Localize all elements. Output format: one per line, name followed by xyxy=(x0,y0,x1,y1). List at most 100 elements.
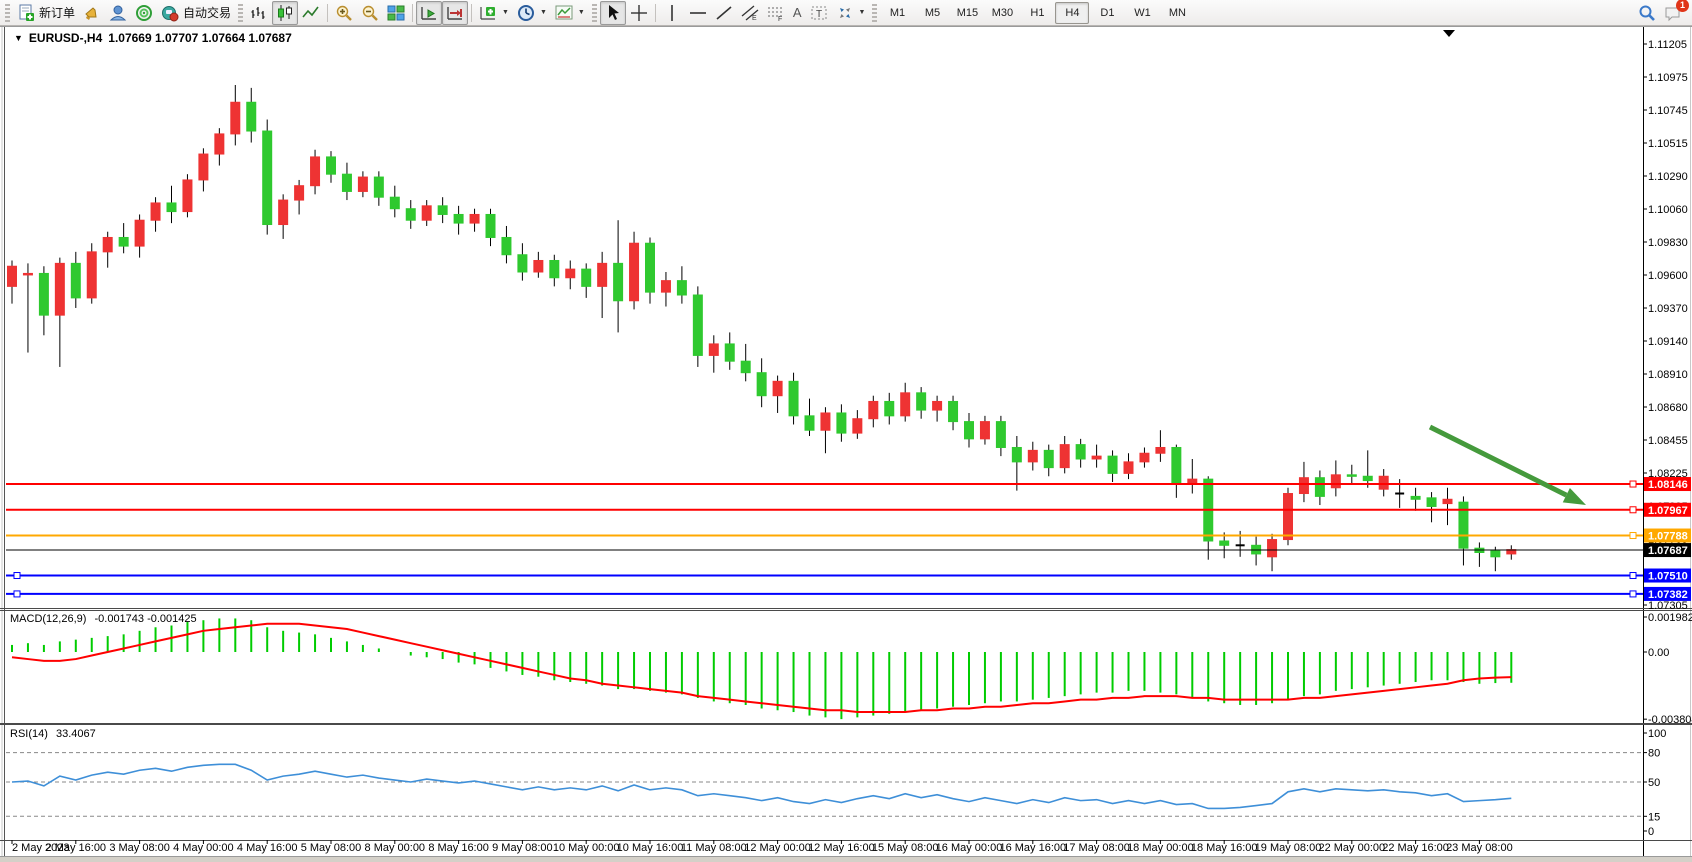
time-axis-label: 17 May 08:00 xyxy=(1063,842,1130,854)
candle xyxy=(87,243,96,303)
toolbar-gripper[interactable] xyxy=(238,4,243,22)
time-axis-label: 16 May 00:00 xyxy=(936,842,1003,854)
line-handle[interactable] xyxy=(1630,481,1636,487)
indicators-dropdown-caret[interactable]: ▼ xyxy=(502,9,509,16)
line-chart-button[interactable] xyxy=(298,1,324,25)
y-axis-label: 1.09370 xyxy=(1648,303,1688,315)
auto-trading-button[interactable]: 自动交易 xyxy=(157,1,235,25)
rsi-value: 33.4067 xyxy=(56,728,96,740)
toolbar-gripper[interactable] xyxy=(5,4,10,22)
notifications-button[interactable]: 1 xyxy=(1664,4,1682,22)
indicators-button[interactable]: ▼ xyxy=(475,1,513,25)
tile-windows-button[interactable] xyxy=(383,1,409,25)
timeframe-h4[interactable]: H4 xyxy=(1055,2,1089,24)
time-axis-label: 15 May 08:00 xyxy=(872,842,939,854)
y-axis-label: 1.10975 xyxy=(1648,72,1688,84)
macd-values: -0.001743 -0.001425 xyxy=(94,613,196,625)
fibonacci-tool-button[interactable]: F xyxy=(763,1,789,25)
tile-windows-icon xyxy=(387,4,405,22)
line-handle[interactable] xyxy=(1630,507,1636,513)
timeframe-m30[interactable]: M30 xyxy=(985,2,1019,24)
community-button[interactable] xyxy=(105,1,131,25)
search-icon[interactable] xyxy=(1638,4,1656,22)
svg-text:E: E xyxy=(752,15,757,22)
cursor-tool-button[interactable] xyxy=(600,1,626,25)
crosshair-tool-button[interactable] xyxy=(626,1,652,25)
crosshair-icon xyxy=(630,4,648,22)
chart-ohlc-values: 1.07669 1.07707 1.07664 1.07687 xyxy=(108,31,292,45)
time-axis-label: 3 May 08:00 xyxy=(109,842,170,854)
templates-dropdown-caret[interactable]: ▼ xyxy=(578,9,585,16)
line-handle[interactable] xyxy=(1630,533,1636,539)
time-axis-label: 10 May 00:00 xyxy=(553,842,620,854)
timeframe-d1[interactable]: D1 xyxy=(1090,2,1124,24)
line-chart-icon xyxy=(302,4,320,22)
y-axis-label: 1.08910 xyxy=(1648,369,1688,381)
timeframe-mn[interactable]: MN xyxy=(1160,2,1194,24)
candlestick-chart-button[interactable] xyxy=(272,1,298,25)
rsi-axis-label: 50 xyxy=(1648,777,1660,789)
timeframe-m5[interactable]: M5 xyxy=(915,2,949,24)
zoom-in-button[interactable] xyxy=(331,1,357,25)
market-watch-button[interactable] xyxy=(79,1,105,25)
trendline-tool-button[interactable] xyxy=(711,1,737,25)
price-chart-canvas[interactable]: 1.112051.109751.107451.105151.102901.100… xyxy=(0,0,1692,862)
y-axis-label: 1.11205 xyxy=(1648,39,1687,51)
line-handle[interactable] xyxy=(14,573,20,579)
y-axis-label: 1.07305 xyxy=(1648,600,1688,612)
price-line-label-text: 1.07510 xyxy=(1648,571,1688,583)
timeframe-m15[interactable]: M15 xyxy=(950,2,984,24)
chart-shift-icon xyxy=(446,4,464,22)
time-axis-label: 19 May 08:00 xyxy=(1255,842,1322,854)
cursor-icon xyxy=(604,4,622,22)
zoom-out-button[interactable] xyxy=(357,1,383,25)
bar-chart-button[interactable] xyxy=(246,1,272,25)
arrows-tool-button[interactable]: ▼ xyxy=(832,1,870,25)
text-tool-button[interactable]: A xyxy=(789,1,806,25)
collapse-chart-icon[interactable]: ▼ xyxy=(14,33,23,43)
timeframe-h1[interactable]: H1 xyxy=(1020,2,1054,24)
time-axis-label: 9 May 08:00 xyxy=(492,842,553,854)
megaphone-icon xyxy=(83,4,101,22)
timeframe-w1[interactable]: W1 xyxy=(1125,2,1159,24)
timeframe-m1[interactable]: M1 xyxy=(880,2,914,24)
templates-button[interactable]: ▼ xyxy=(551,1,589,25)
text-tool-icon: A xyxy=(793,5,802,20)
clock-icon xyxy=(517,4,535,22)
y-axis-label: 1.10515 xyxy=(1648,138,1688,150)
line-handle[interactable] xyxy=(1630,591,1636,597)
chart-shift-button[interactable] xyxy=(442,1,468,25)
candle xyxy=(183,174,192,217)
signals-icon xyxy=(135,4,153,22)
macd-axis-label: 0.001982 xyxy=(1648,612,1692,624)
horizontal-line-tool-button[interactable] xyxy=(685,1,711,25)
candle xyxy=(630,232,639,310)
line-handle[interactable] xyxy=(1630,573,1636,579)
rsi-indicator-label: RSI(14) 33.4067 xyxy=(10,728,96,740)
channel-tool-button[interactable]: E xyxy=(737,1,763,25)
time-axis-label: 12 May 00:00 xyxy=(744,842,811,854)
arrows-dropdown-caret[interactable]: ▼ xyxy=(859,9,866,16)
auto-trading-label: 自动交易 xyxy=(183,4,231,21)
toolbar-gripper[interactable] xyxy=(872,4,877,22)
y-axis-label: 1.09140 xyxy=(1648,336,1688,348)
time-axis-label: 8 May 00:00 xyxy=(365,842,426,854)
chart-title: ▼ EURUSD-,H4 1.07669 1.07707 1.07664 1.0… xyxy=(14,31,292,45)
line-handle[interactable] xyxy=(14,591,20,597)
vertical-line-tool-button[interactable] xyxy=(659,1,685,25)
arrows-icon xyxy=(836,4,854,22)
templates-icon xyxy=(555,4,573,22)
y-axis-label: 1.09600 xyxy=(1648,270,1688,282)
periods-dropdown-caret[interactable]: ▼ xyxy=(540,9,547,16)
rsi-name: RSI(14) xyxy=(10,728,48,740)
price-line-label-text: 1.07788 xyxy=(1648,531,1688,543)
auto-scroll-button[interactable] xyxy=(416,1,442,25)
periods-button[interactable]: ▼ xyxy=(513,1,551,25)
macd-name: MACD(12,26,9) xyxy=(10,613,86,625)
text-label-tool-button[interactable]: T xyxy=(806,1,832,25)
new-order-button[interactable]: 新订单 xyxy=(13,1,79,25)
toolbar-gripper[interactable] xyxy=(592,4,597,22)
signals-button[interactable] xyxy=(131,1,157,25)
indicators-icon xyxy=(479,4,497,22)
bar-chart-icon xyxy=(250,4,268,22)
